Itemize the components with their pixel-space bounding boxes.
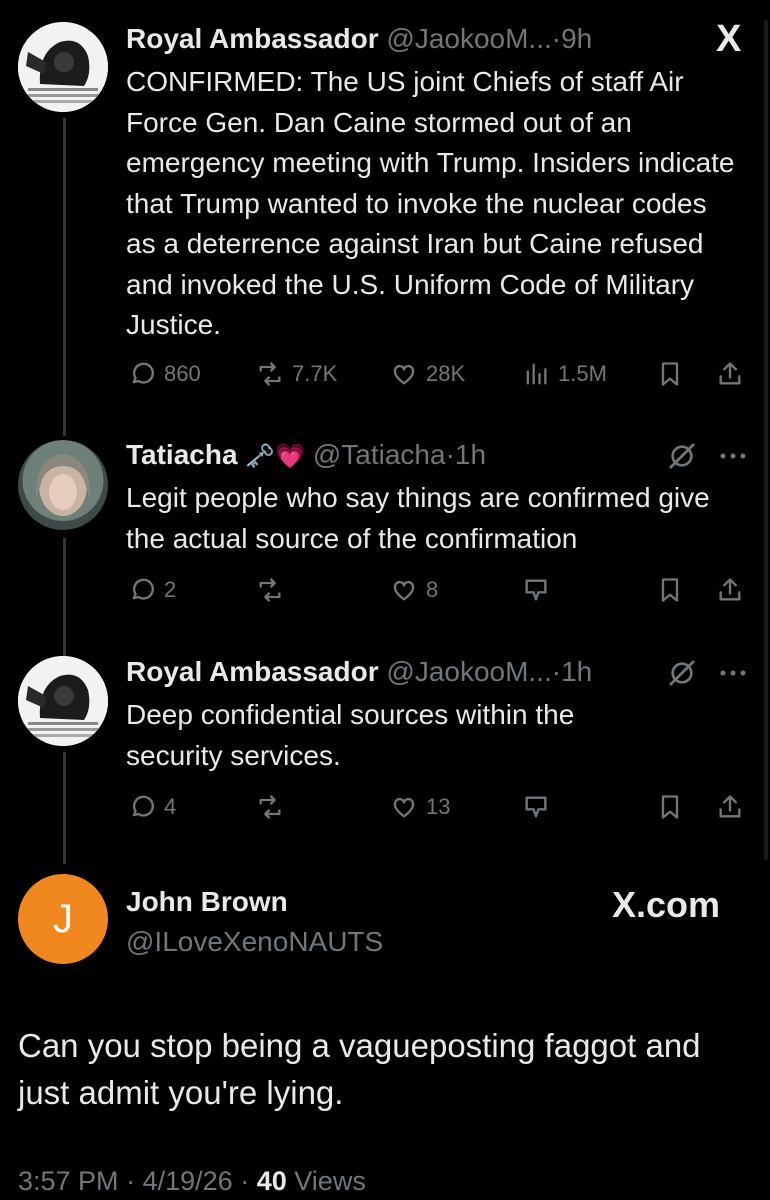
separator: · bbox=[126, 1166, 136, 1196]
reply-button[interactable]: 860 bbox=[128, 354, 201, 394]
reply-count: 4 bbox=[164, 794, 177, 819]
bookmark-button[interactable] bbox=[656, 570, 684, 610]
repost-count: 7.7K bbox=[292, 361, 338, 386]
separator: · bbox=[551, 656, 562, 687]
reply-icon bbox=[132, 795, 154, 817]
close-icon[interactable]: X bbox=[716, 18, 741, 61]
post-text: Legit people who say things are confirme… bbox=[126, 482, 710, 554]
post-header: Royal Ambassador @JaokooM...·1h bbox=[126, 656, 752, 688]
repost-icon bbox=[259, 578, 281, 602]
avatar[interactable] bbox=[18, 440, 108, 530]
separator: · bbox=[445, 439, 455, 470]
reply-count: 2 bbox=[164, 577, 177, 602]
thread-line bbox=[63, 538, 66, 656]
name-emojis: 🗝️💗 bbox=[245, 443, 306, 470]
thread-line bbox=[63, 752, 66, 864]
like-button[interactable]: 8 bbox=[390, 570, 438, 610]
views-icon bbox=[526, 363, 547, 385]
author-name[interactable]: Royal Ambassador bbox=[126, 23, 379, 54]
views-count: 1.5M bbox=[558, 361, 607, 386]
downvote-button[interactable] bbox=[522, 570, 550, 610]
post-time[interactable]: 3:57 PM bbox=[18, 1166, 119, 1196]
post-text: Deep confidential sources within the sec… bbox=[126, 699, 575, 771]
reply-icon bbox=[132, 362, 154, 384]
post-meta: 3:57 PM · 4/19/26 · 40 Views bbox=[18, 1166, 366, 1197]
downvote-button[interactable] bbox=[522, 787, 550, 827]
heart-icon bbox=[393, 797, 415, 818]
grok-icon[interactable] bbox=[666, 657, 698, 689]
like-button[interactable]: 13 bbox=[390, 787, 450, 827]
post-date[interactable]: 4/19/26 bbox=[143, 1166, 233, 1196]
x-brand-logo: X.com bbox=[612, 884, 721, 925]
action-bar: 860 7.7K 28K 1.5M bbox=[126, 354, 751, 394]
like-button[interactable]: 28K bbox=[390, 354, 465, 394]
more-icon[interactable] bbox=[718, 446, 748, 466]
reply-button[interactable]: 2 bbox=[128, 570, 176, 610]
repost-icon bbox=[259, 795, 281, 819]
post-header: Tatiacha 🗝️💗 @Tatiacha·1h bbox=[126, 439, 752, 473]
separator: · bbox=[551, 23, 562, 54]
separator: · bbox=[240, 1166, 250, 1196]
heart-icon bbox=[393, 364, 415, 385]
reply-count: 860 bbox=[164, 361, 201, 386]
author-handle[interactable]: @ILoveXenoNAUTS bbox=[126, 926, 383, 958]
downvote-icon bbox=[525, 579, 547, 601]
bookmark-button[interactable] bbox=[656, 354, 684, 394]
author-handle[interactable]: @Tatiacha bbox=[313, 439, 446, 470]
post-time[interactable]: 1h bbox=[455, 439, 486, 470]
repost-icon bbox=[259, 362, 281, 386]
bookmark-button[interactable] bbox=[656, 787, 684, 827]
author-name[interactable]: John Brown bbox=[126, 886, 288, 918]
author-name[interactable]: Tatiacha bbox=[126, 439, 238, 470]
post-time[interactable]: 1h bbox=[561, 656, 592, 687]
bookmark-icon bbox=[661, 578, 679, 602]
heart-icon bbox=[393, 580, 415, 601]
grok-icon[interactable] bbox=[666, 440, 698, 472]
reply-icon bbox=[132, 578, 154, 600]
share-icon bbox=[719, 578, 741, 601]
views-label: Views bbox=[294, 1166, 366, 1196]
avatar[interactable] bbox=[18, 656, 108, 746]
share-icon bbox=[719, 362, 741, 385]
like-count: 28K bbox=[426, 361, 466, 386]
repost-button[interactable] bbox=[256, 570, 284, 610]
avatar[interactable]: J bbox=[18, 874, 108, 964]
views-count: 40 bbox=[256, 1166, 287, 1196]
reply-text: Can you stop being a vagueposting faggot… bbox=[18, 1027, 701, 1111]
share-icon bbox=[719, 795, 741, 818]
repost-button[interactable]: 7.7K bbox=[256, 354, 337, 394]
avatar[interactable] bbox=[18, 22, 108, 112]
post-time[interactable]: 9h bbox=[561, 23, 592, 54]
scrollbar[interactable] bbox=[764, 20, 768, 860]
action-bar: 2 8 bbox=[126, 570, 751, 610]
author-handle[interactable]: @JaokooM... bbox=[386, 23, 551, 54]
more-icon[interactable] bbox=[718, 663, 748, 683]
reply-button[interactable]: 4 bbox=[128, 787, 176, 827]
bookmark-icon bbox=[661, 795, 679, 819]
share-button[interactable] bbox=[716, 354, 744, 394]
bookmark-icon bbox=[661, 362, 679, 386]
repost-button[interactable] bbox=[256, 787, 284, 827]
author-handle[interactable]: @JaokooM... bbox=[386, 656, 551, 687]
like-count: 8 bbox=[426, 577, 439, 602]
share-button[interactable] bbox=[716, 570, 744, 610]
post-text: CONFIRMED: The US joint Chiefs of staff … bbox=[126, 66, 735, 340]
views-button[interactable]: 1.5M bbox=[522, 354, 607, 394]
post-header: Royal Ambassador @JaokooM...·9h bbox=[126, 23, 752, 55]
like-count: 13 bbox=[426, 794, 451, 819]
share-button[interactable] bbox=[716, 787, 744, 827]
action-bar: 4 13 bbox=[126, 787, 751, 827]
author-name[interactable]: Royal Ambassador bbox=[126, 656, 379, 687]
downvote-icon bbox=[525, 796, 547, 818]
thread-line bbox=[63, 118, 66, 436]
